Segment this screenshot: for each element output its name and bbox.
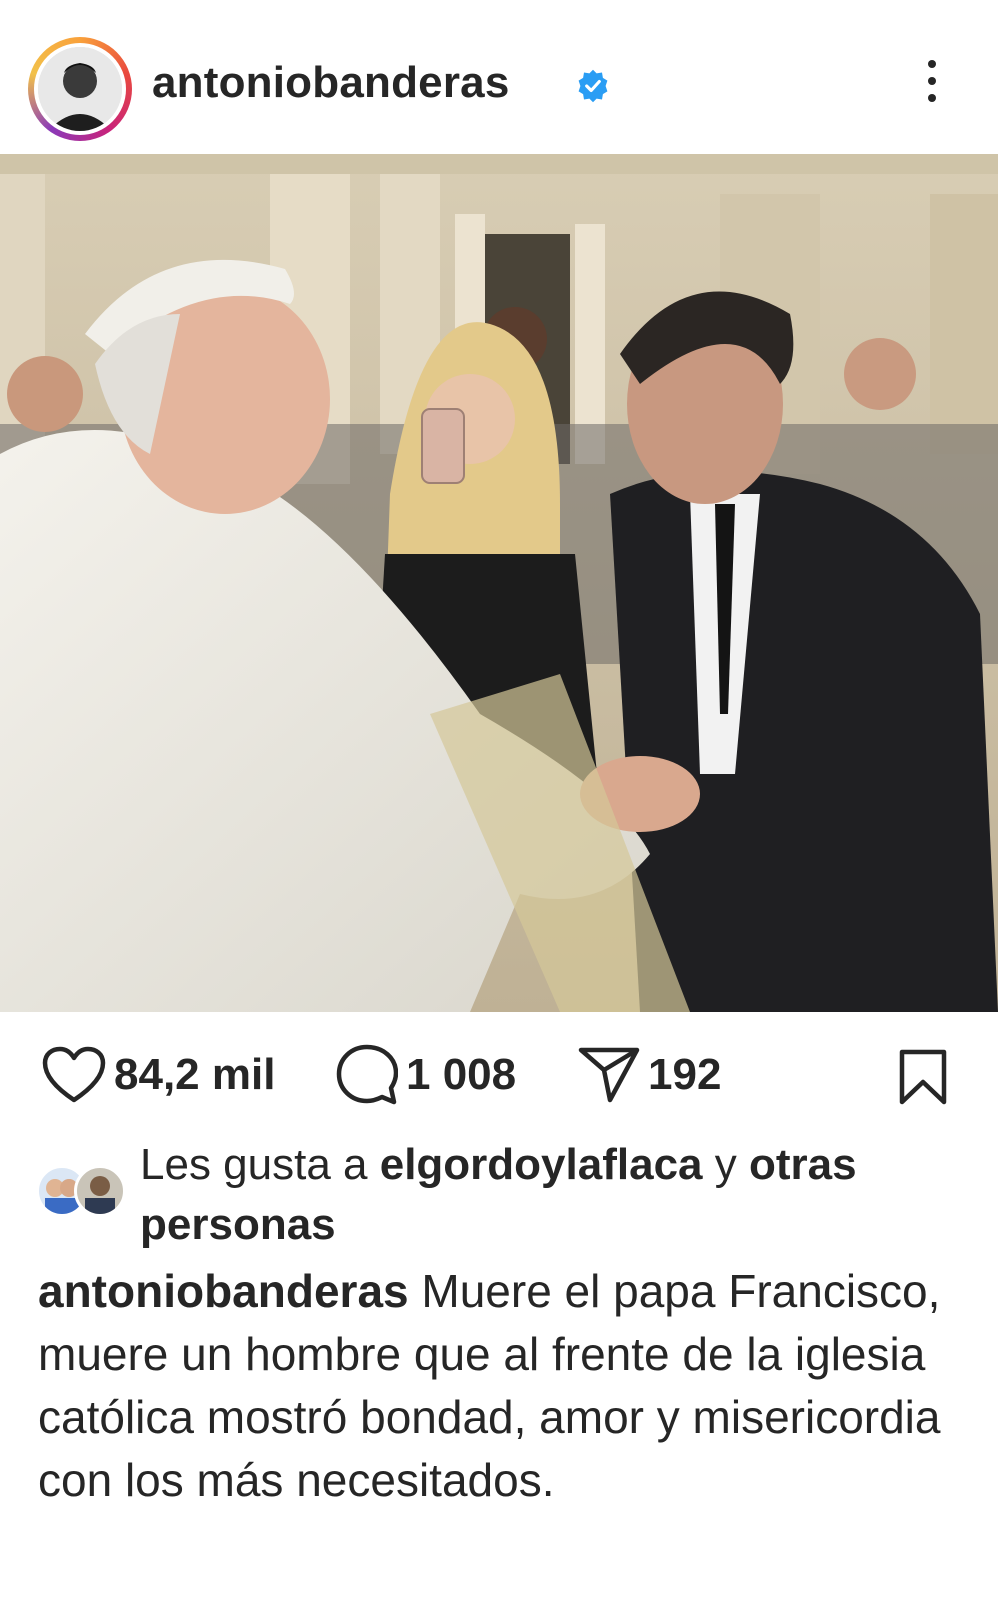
- post-caption: antoniobanderas Muere el papa Francisco,…: [38, 1260, 968, 1512]
- more-options-icon[interactable]: [922, 60, 942, 110]
- liked-by-connector: y: [702, 1140, 749, 1189]
- liked-by-prefix: Les gusta a: [140, 1140, 380, 1189]
- comment-button[interactable]: 1 008: [336, 1040, 516, 1110]
- liked-by-avatars: [36, 1165, 128, 1221]
- avatar: [74, 1165, 126, 1217]
- like-button[interactable]: 84,2 mil: [42, 1040, 275, 1110]
- caption-username-link[interactable]: antoniobanderas: [38, 1265, 409, 1317]
- comment-icon: [336, 1044, 398, 1105]
- action-bar: 84,2 mil 1 008 192: [0, 1040, 998, 1110]
- share-button[interactable]: 192: [578, 1040, 721, 1110]
- like-count[interactable]: 84,2 mil: [114, 1050, 275, 1100]
- username-link[interactable]: antoniobanderas: [152, 58, 510, 108]
- liked-by-row[interactable]: Les gusta a elgordoylaflaca y otras pers…: [36, 1135, 976, 1249]
- liked-by-text: Les gusta a elgordoylaflaca y otras pers…: [140, 1135, 980, 1255]
- post-image[interactable]: [0, 154, 998, 1012]
- profile-avatar[interactable]: [28, 37, 132, 141]
- comment-count[interactable]: 1 008: [406, 1050, 516, 1100]
- send-icon: [578, 1047, 640, 1103]
- post-header: antoniobanderas: [0, 0, 998, 152]
- bookmark-icon[interactable]: [898, 1048, 948, 1106]
- verified-badge-icon: [578, 69, 608, 103]
- share-count[interactable]: 192: [648, 1050, 721, 1100]
- heart-icon: [42, 1046, 106, 1103]
- liked-by-user-link[interactable]: elgordoylaflaca: [380, 1140, 703, 1189]
